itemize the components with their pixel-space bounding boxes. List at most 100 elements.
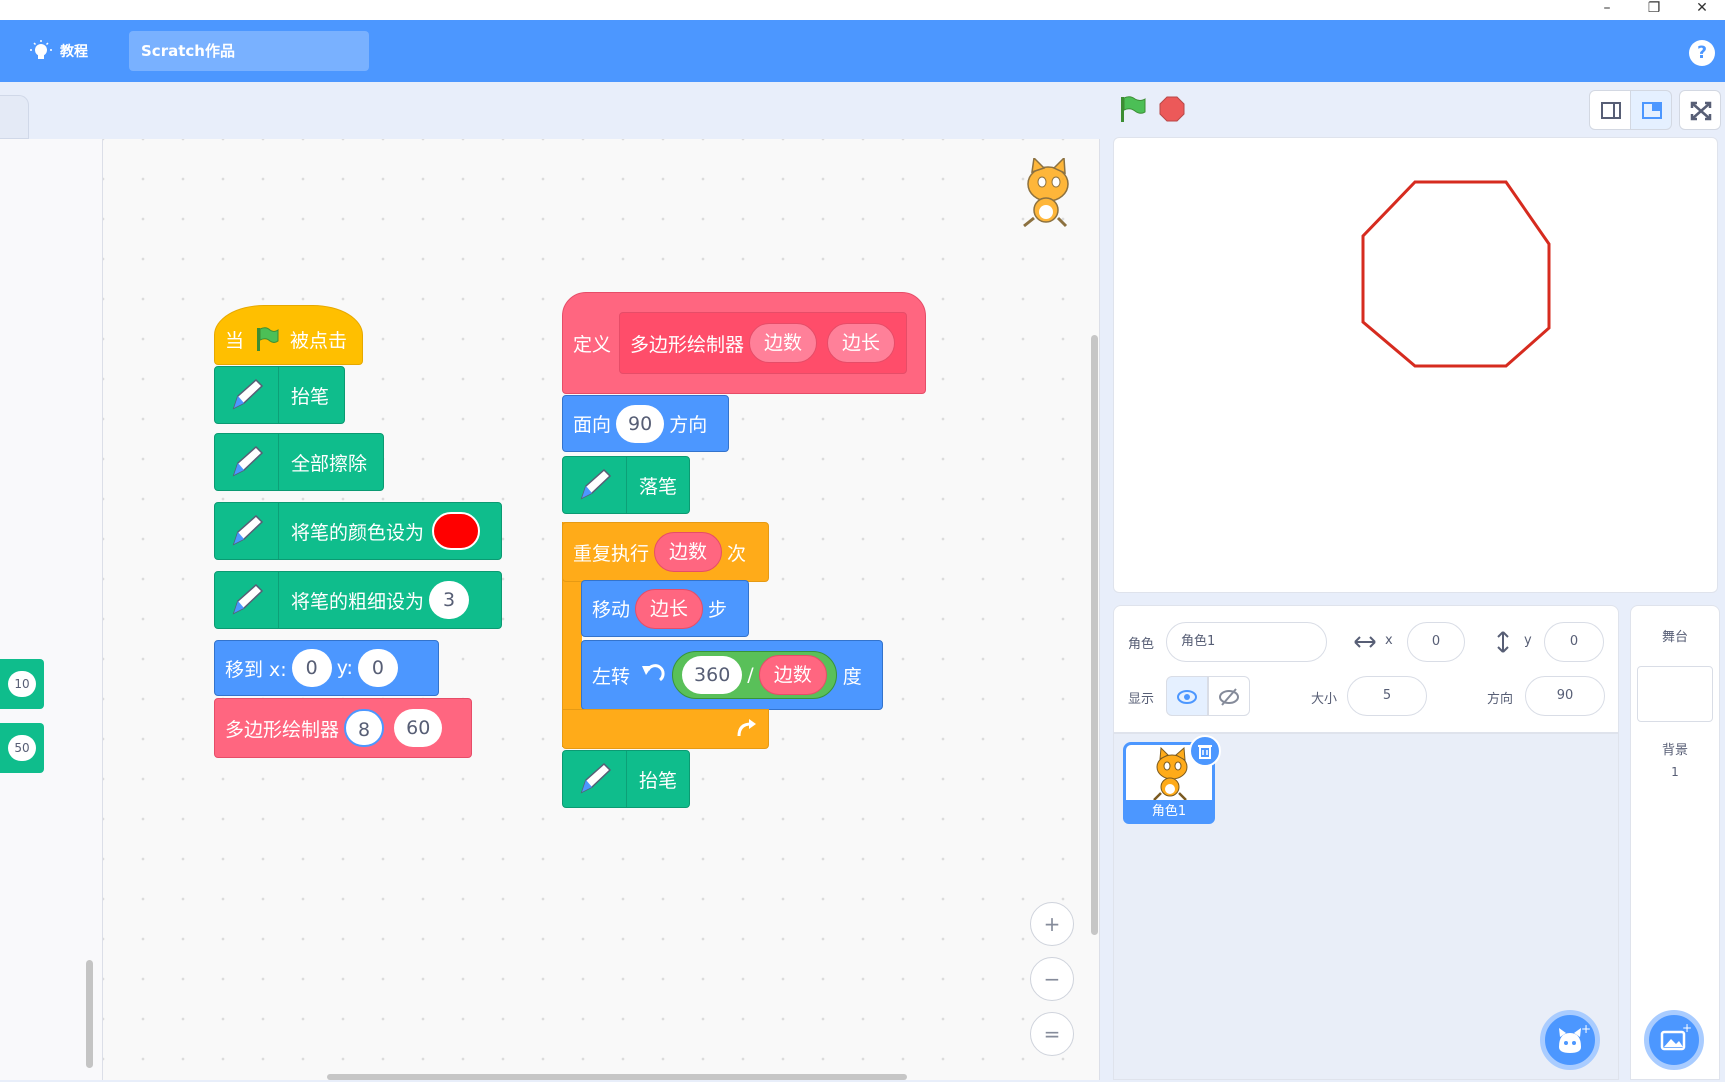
stage-thumbnail[interactable] [1637,666,1713,722]
when-flag-clicked-block[interactable]: 当 被点击 [214,305,363,365]
turn-suffix: 度 [842,665,862,688]
move-steps-block[interactable]: 移动 边长 步 [581,580,749,637]
repeat-label: 重复执行 [573,542,650,565]
fullscreen-button[interactable] [1679,90,1721,130]
clear-block[interactable]: 全部擦除 [214,433,384,491]
sprite-label: 角色 [1128,637,1155,652]
set-pen-color-block[interactable]: 将笔的颜色设为 [214,502,502,560]
repeat-block-bottom[interactable] [562,709,769,749]
pen-down-label: 落笔 [639,475,678,498]
pen-up-label: 抬笔 [291,385,330,408]
rotate-left-icon [642,664,665,682]
point-direction-block[interactable]: 面向 90 方向 [562,395,729,452]
goto-y-input[interactable]: 0 [357,649,398,687]
normal-stage-button[interactable] [1630,90,1672,130]
define-block[interactable]: 定义 多边形绘制器 边数 边长 [562,292,926,394]
goto-xy-block[interactable]: 移到 x: 0 y: 0 [214,640,439,696]
call-label: 多边形绘制器 [225,718,340,741]
svg-text:+: + [1682,1021,1692,1035]
divide-operator-block[interactable]: 360 / 边数 [672,651,837,699]
proc-prototype[interactable]: 多边形绘制器 边数 边长 [619,312,908,374]
set-color-label: 将笔的颜色设为 [291,521,425,544]
palette-block-value[interactable]: 50 [8,735,36,761]
palette-scrollbar[interactable] [86,960,93,1068]
workspace-vertical-scrollbar[interactable] [1091,335,1098,935]
turn-label: 左转 [592,665,631,688]
param-length[interactable]: 边长 [827,323,896,363]
call-arg1-input[interactable]: 8 [344,709,385,747]
normal-stage-icon [1642,102,1662,119]
repeat-arg[interactable]: 边数 [654,532,723,572]
size-input[interactable]: 3 [429,581,470,619]
add-backdrop-button[interactable]: + [1644,1010,1704,1070]
palette-block-value[interactable]: 10 [8,671,36,697]
lightbulb-icon [30,40,52,59]
pen-up-block[interactable]: 抬笔 [214,366,345,424]
param-edges[interactable]: 边数 [749,323,818,363]
goto-label: 移到 x: [225,658,287,681]
close-button[interactable]: ✕ [1686,0,1718,20]
pen-icon [215,503,279,559]
zoom-reset-button[interactable]: = [1030,1012,1074,1056]
palette-block[interactable]: 10 [0,659,44,709]
point-label: 面向 [573,414,612,436]
workspace-horizontal-scrollbar[interactable] [327,1074,907,1080]
restore-button[interactable]: ❐ [1638,0,1670,20]
green-flag-icon[interactable] [1117,94,1147,124]
palette-block[interactable]: 50 [0,723,44,773]
zoom-out-button[interactable]: − [1030,957,1074,1001]
turn-arg[interactable]: 边数 [758,655,827,695]
zoom-in-button[interactable]: + [1030,902,1074,946]
divide-sign: / [747,664,754,686]
show-visible-button[interactable] [1166,676,1208,716]
small-stage-icon [1601,102,1621,119]
drawn-octagon [1361,180,1551,368]
define-label: 定义 [573,333,612,356]
tab-stub[interactable] [0,95,29,139]
direction-input[interactable]: 90 [1525,676,1605,716]
call-polygon-drawer-block[interactable]: 多边形绘制器 8 60 [214,698,472,758]
small-stage-button[interactable] [1589,90,1631,130]
stage-panel[interactable]: 舞台 背景 1 [1630,605,1720,1080]
clear-label: 全部擦除 [291,452,368,475]
turn-left-block[interactable]: 左转 360 / 边数 度 [581,640,883,710]
project-title-input[interactable]: Scratch作品 [129,31,369,71]
add-sprite-button[interactable]: + [1540,1010,1600,1070]
backdrops-label: 背景 [1661,743,1688,758]
help-icon[interactable]: ? [1689,40,1715,66]
pen-icon [215,572,279,628]
y-label: y [1524,633,1532,648]
call-arg2-input[interactable]: 60 [394,709,443,747]
y-input[interactable]: 0 [1544,622,1604,662]
sprite-info-panel: 角色 角色1 x 0 y 0 显示 大小 5 方向 90 [1113,605,1619,733]
sprite-name-input[interactable]: 角色1 [1166,622,1327,662]
pen-up-block[interactable]: 抬笔 [562,750,690,808]
stage-canvas[interactable] [1113,137,1718,593]
move-label: 移动 [592,599,631,621]
turn-numerator-input[interactable]: 360 [682,656,743,694]
size-input[interactable]: 5 [1347,676,1427,716]
block-palette [0,139,103,1080]
pen-down-block[interactable]: 落笔 [562,456,690,514]
delete-sprite-button[interactable] [1189,735,1221,767]
hat-prefix: 当 [225,329,245,352]
eye-hidden-icon [1219,688,1239,706]
tutorials-button[interactable]: 教程 [30,36,88,66]
direction-label: 方向 [1487,692,1514,707]
x-label: x [1385,633,1393,648]
move-arg[interactable]: 边长 [635,588,704,629]
show-hidden-button[interactable] [1208,676,1250,716]
minimize-button[interactable]: – [1591,0,1623,20]
set-pen-size-block[interactable]: 将笔的粗细设为 3 [214,571,502,629]
svg-text:+: + [1581,1022,1591,1036]
color-swatch[interactable] [432,512,481,550]
point-value-input[interactable]: 90 [616,404,665,443]
repeat-block[interactable]: 重复执行 边数 次 [562,522,769,582]
x-position-icon [1354,636,1376,648]
stop-icon[interactable] [1158,95,1186,123]
goto-y-label: y: [336,657,353,679]
goto-x-input[interactable]: 0 [291,649,332,687]
trash-icon [1198,745,1212,759]
x-input[interactable]: 0 [1407,622,1465,662]
pen-up-label: 抬笔 [639,769,678,792]
